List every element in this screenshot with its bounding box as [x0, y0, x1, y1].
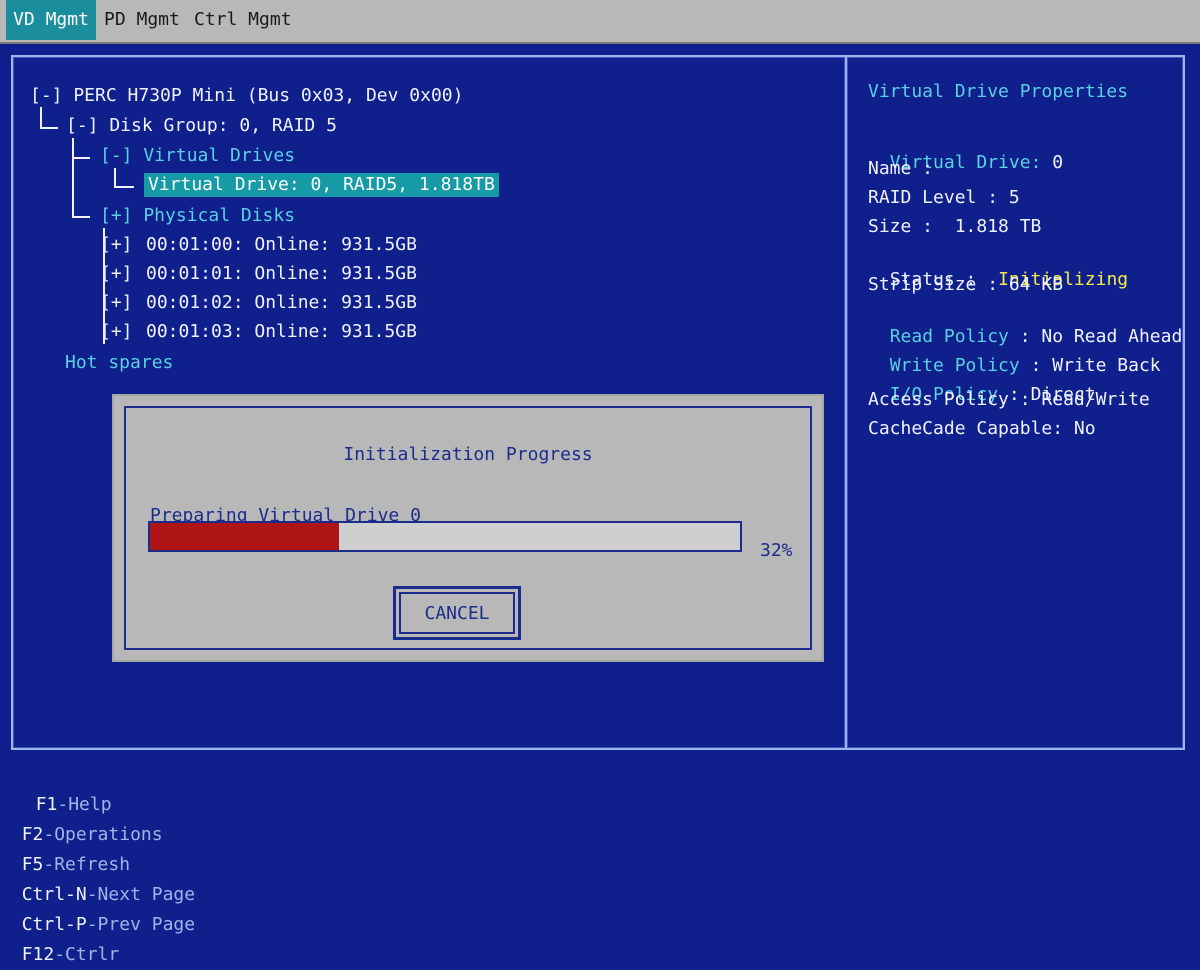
dialog-frame: Initialization Progress Preparing Virtua…: [124, 406, 812, 650]
prop-raid-level: RAID Level : 5: [868, 187, 1020, 208]
tree-virtual-drives[interactable]: [-] Virtual Drives: [100, 144, 295, 168]
prop-size: Size : 1.818 TB: [868, 216, 1042, 237]
progress-percent: 32%: [760, 540, 793, 561]
dialog-title: Initialization Progress: [343, 444, 593, 465]
hotkey-key: F1: [35, 794, 58, 815]
tab-vd-mgmt[interactable]: VD Mgmt: [6, 0, 96, 40]
cancel-button-frame: CANCEL: [393, 586, 521, 640]
prop-virtual-drive-value: 0: [1052, 152, 1064, 173]
tree-hot-spares[interactable]: Hot spares: [65, 351, 173, 375]
hotkey-key: F5: [21, 854, 44, 875]
tree-line: [40, 107, 42, 129]
tree-disk-expander[interactable]: [+]: [100, 262, 133, 286]
footer-hotkeys: F1-Help F2-Operations F5-Refresh Ctrl-N-…: [0, 760, 1200, 965]
tab-bar: VD Mgmt PD Mgmt Ctrl Mgmt: [0, 0, 1200, 44]
hotkey-key: F12: [21, 944, 55, 965]
hotkey-label: -Help: [57, 794, 112, 815]
tab-pd-mgmt[interactable]: PD Mgmt: [104, 0, 180, 40]
tree-disk-item[interactable]: 00:01:00: Online: 931.5GB: [146, 233, 417, 257]
prop-cachecade: CacheCade Capable: No: [868, 418, 1096, 439]
prop-name: Name :: [868, 158, 934, 179]
tree-disk-item[interactable]: 00:01:03: Online: 931.5GB: [146, 320, 417, 344]
progress-bar: [148, 521, 742, 552]
tree-controller[interactable]: [-] PERC H730P Mini (Bus 0x03, Dev 0x00): [30, 84, 463, 108]
tree-line: [114, 186, 134, 188]
hotkey-key: F2: [21, 824, 44, 845]
tree-line: [40, 127, 58, 129]
tree-disk-group[interactable]: [-] Disk Group: 0, RAID 5: [66, 114, 337, 138]
tree-virtual-drive-item[interactable]: Virtual Drive: 0, RAID5, 1.818TB: [144, 173, 499, 197]
tree-disk-item[interactable]: 00:01:01: Online: 931.5GB: [146, 262, 417, 286]
tree-line: [114, 168, 116, 188]
progress-bar-fill: [150, 523, 339, 550]
hotkey-key: Ctrl-P: [21, 914, 87, 935]
tree-disk-expander[interactable]: [+]: [100, 320, 133, 344]
tree-physical-disks[interactable]: [+] Physical Disks: [100, 204, 295, 228]
tree-disk-expander[interactable]: [+]: [100, 291, 133, 315]
prop-access-policy: Access Policy : Read/Write: [868, 389, 1150, 410]
tree-disk-expander[interactable]: [+]: [100, 233, 133, 257]
hotkey-label: -Next Page: [86, 884, 196, 905]
tree-line: [72, 157, 90, 159]
hotkey-label: -Refresh: [43, 854, 131, 875]
initialization-dialog: Initialization Progress Preparing Virtua…: [112, 394, 824, 662]
cancel-button[interactable]: CANCEL: [399, 592, 515, 634]
tree-disk-item[interactable]: 00:01:02: Online: 931.5GB: [146, 291, 417, 315]
properties-title: Virtual Drive Properties: [868, 81, 1129, 102]
tree-line: [72, 216, 90, 218]
hotkey-key: Ctrl-N: [21, 884, 87, 905]
hotkey-label: -Ctrlr: [54, 944, 120, 965]
prop-strip-size: Strip Size : 64 KB: [868, 274, 1064, 295]
tab-ctrl-mgmt[interactable]: Ctrl Mgmt: [194, 0, 292, 40]
hotkey-label: -Prev Page: [86, 914, 196, 935]
hotkey-label: -Operations: [43, 824, 163, 845]
tree-line: [72, 138, 74, 218]
